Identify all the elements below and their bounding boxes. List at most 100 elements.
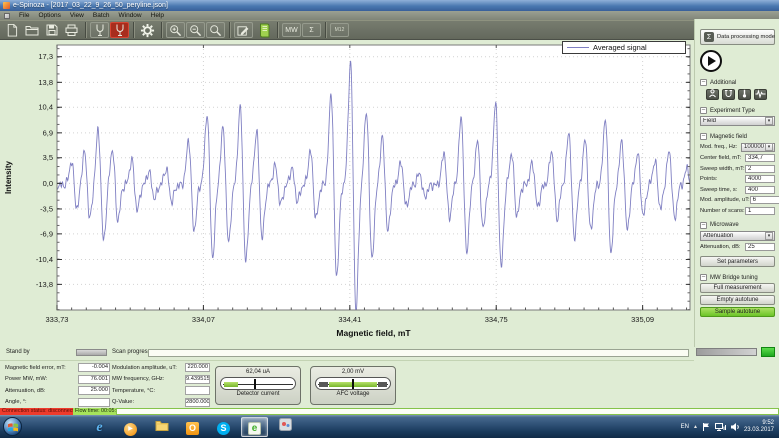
e-spinoza-icon: e	[248, 418, 261, 436]
readouts-left-column: Magnetic field error, mT:-0.004Power MW,…	[5, 363, 110, 407]
taskbar-media-player[interactable]: ▶	[117, 417, 144, 437]
mf-field-2-input[interactable]: 2	[745, 165, 775, 173]
readout-middle-row-2: Temperature, °C:	[112, 386, 210, 395]
legend-line-sample	[567, 47, 589, 48]
settings-button[interactable]	[138, 22, 157, 38]
taskbar-outlook[interactable]: O	[179, 417, 206, 437]
mf-field-1-input[interactable]: 334,7	[745, 154, 775, 162]
mf-field-4-input[interactable]: 400	[745, 186, 775, 194]
additional-title: Additional	[710, 80, 736, 86]
network-icon[interactable]	[715, 422, 726, 432]
taskbar-file-explorer[interactable]	[148, 417, 175, 437]
zoom-in-button[interactable]	[166, 22, 185, 38]
sample-autotune-button[interactable]: Sample autotune	[700, 307, 775, 317]
mf-field-6-input[interactable]: 1	[745, 207, 775, 215]
readout-middle-value-1: 9.439515	[185, 375, 210, 384]
collapse-toggle[interactable]: –	[700, 107, 707, 114]
scan-progress-bar	[148, 349, 689, 357]
speaker-icon[interactable]	[730, 422, 740, 432]
collapse-toggle[interactable]: –	[700, 222, 707, 229]
status-indicator	[761, 347, 775, 357]
set-parameters-button[interactable]: Set parameters	[700, 256, 775, 267]
experiment-type-dropdown[interactable]: Field▾	[700, 116, 775, 126]
gauge-marker[interactable]	[254, 379, 256, 390]
mf-field-6-label: Number of scans:	[700, 208, 745, 214]
gauge-label-1: AFC voltage	[311, 391, 395, 397]
gauge-fill	[224, 382, 238, 387]
readout-left-label-3: Angle, °:	[5, 399, 27, 405]
magnet-icon-button[interactable]	[722, 89, 735, 100]
readout-middle-row-1: MW frequency, GHz:9.439515	[112, 375, 210, 384]
edit-button[interactable]	[234, 22, 253, 38]
collapse-toggle[interactable]: –	[700, 133, 707, 140]
edit-icon	[237, 24, 250, 37]
collapse-toggle[interactable]: –	[700, 274, 707, 281]
full-measurement-button[interactable]: Full measurement	[700, 283, 775, 293]
zoom-out-button[interactable]	[186, 22, 205, 38]
windows-flag-icon	[8, 422, 18, 432]
language-indicator[interactable]: EN	[681, 424, 689, 430]
taskbar-e-spinoza[interactable]: e	[241, 417, 268, 437]
menu-view[interactable]: View	[70, 12, 84, 19]
mf-field-6-row: Number of scans:1	[700, 207, 775, 215]
menu-batch[interactable]: Batch	[93, 12, 110, 19]
taskbar-internet-explorer[interactable]: e	[86, 417, 113, 437]
tune-disconnect-button[interactable]	[110, 22, 129, 38]
tune-connect-button[interactable]	[90, 22, 109, 38]
readout-middle-row-0: Modulation amplitude, uT:220.000	[112, 363, 210, 372]
menu-file[interactable]: File	[19, 12, 29, 19]
sample-icon-button[interactable]	[706, 89, 719, 100]
readout-left-row-1: Power MW, mW: 76.001	[5, 375, 110, 384]
title-bar[interactable]: e-Spinoza - [2017_03_22_9_26_50_peryline…	[0, 0, 779, 11]
action-center-flag-icon[interactable]	[702, 422, 711, 432]
sum-mode-button[interactable]: Σ	[302, 23, 321, 37]
sigma-icon: Σ	[704, 32, 714, 42]
start-button[interactable]	[3, 417, 22, 436]
mf-field-5-input[interactable]: 6	[750, 196, 779, 204]
data-processing-mode-button[interactable]: Σ Data processing mode	[700, 29, 775, 45]
readout-left-value-1: 76.001	[78, 375, 110, 384]
spectrum-plot[interactable]: 333,73334,07334,41334,75335,0917,313,810…	[0, 40, 694, 347]
signal-icon-button[interactable]	[754, 89, 767, 100]
empty-autotune-button[interactable]: Empty autotune	[700, 295, 775, 305]
mf-field-0-dropdown[interactable]: 100000▾	[741, 143, 775, 152]
taskbar-skype[interactable]: S	[210, 417, 237, 437]
run-button[interactable]	[700, 50, 722, 72]
journal-button[interactable]	[254, 22, 273, 38]
readout-left-label-1: Power MW, mW:	[5, 376, 47, 382]
probe-icon-button[interactable]	[738, 89, 751, 100]
svg-text:334,75: 334,75	[485, 315, 508, 324]
toolbar-separator	[133, 22, 134, 38]
gauge-end-right	[378, 382, 387, 387]
save-button[interactable]	[42, 22, 61, 38]
new-button[interactable]	[2, 22, 21, 38]
mw-mode-button[interactable]: MW	[282, 23, 301, 37]
gauge-slider-0[interactable]	[220, 377, 296, 390]
taskbar-paint[interactable]	[272, 417, 299, 437]
menu-window[interactable]: Window	[119, 12, 142, 19]
taskbar-clock[interactable]: 9:52 23.03.2017	[744, 420, 776, 433]
open-button[interactable]	[22, 22, 41, 38]
mw-bridge-tuning-title: MW Bridge tuning	[710, 275, 758, 281]
experiment-type-section-header: –Experiment Type	[700, 107, 775, 114]
gauge-slider-1[interactable]	[315, 377, 391, 390]
readout-left-label-2: Attenuation, dB:	[5, 388, 45, 394]
svg-text:-3,5: -3,5	[40, 204, 53, 213]
m12-button[interactable]: M12	[330, 23, 349, 37]
menu-help[interactable]: Help	[151, 12, 164, 19]
show-hidden-icons[interactable]: ▲	[693, 424, 698, 430]
print-button[interactable]	[62, 22, 81, 38]
probe-icon	[740, 89, 749, 100]
microwave-mode-dropdown[interactable]: Attenuation▾	[700, 231, 775, 241]
menu-options[interactable]: Options	[38, 12, 60, 19]
mf-field-3-input[interactable]: 4000	[745, 175, 775, 183]
mw-field-0-input[interactable]: 25	[745, 243, 775, 251]
journal-icon	[258, 23, 270, 38]
flow-time-bar	[116, 408, 779, 415]
folder-icon	[25, 25, 39, 36]
gauge-marker[interactable]	[352, 379, 354, 390]
zoom-reset-button[interactable]	[206, 22, 225, 38]
collapse-toggle[interactable]: –	[700, 79, 707, 86]
readout-left-value-0: -0.004	[78, 363, 110, 372]
system-tray: EN ▲ 9:52 23.03.2017	[681, 420, 776, 433]
